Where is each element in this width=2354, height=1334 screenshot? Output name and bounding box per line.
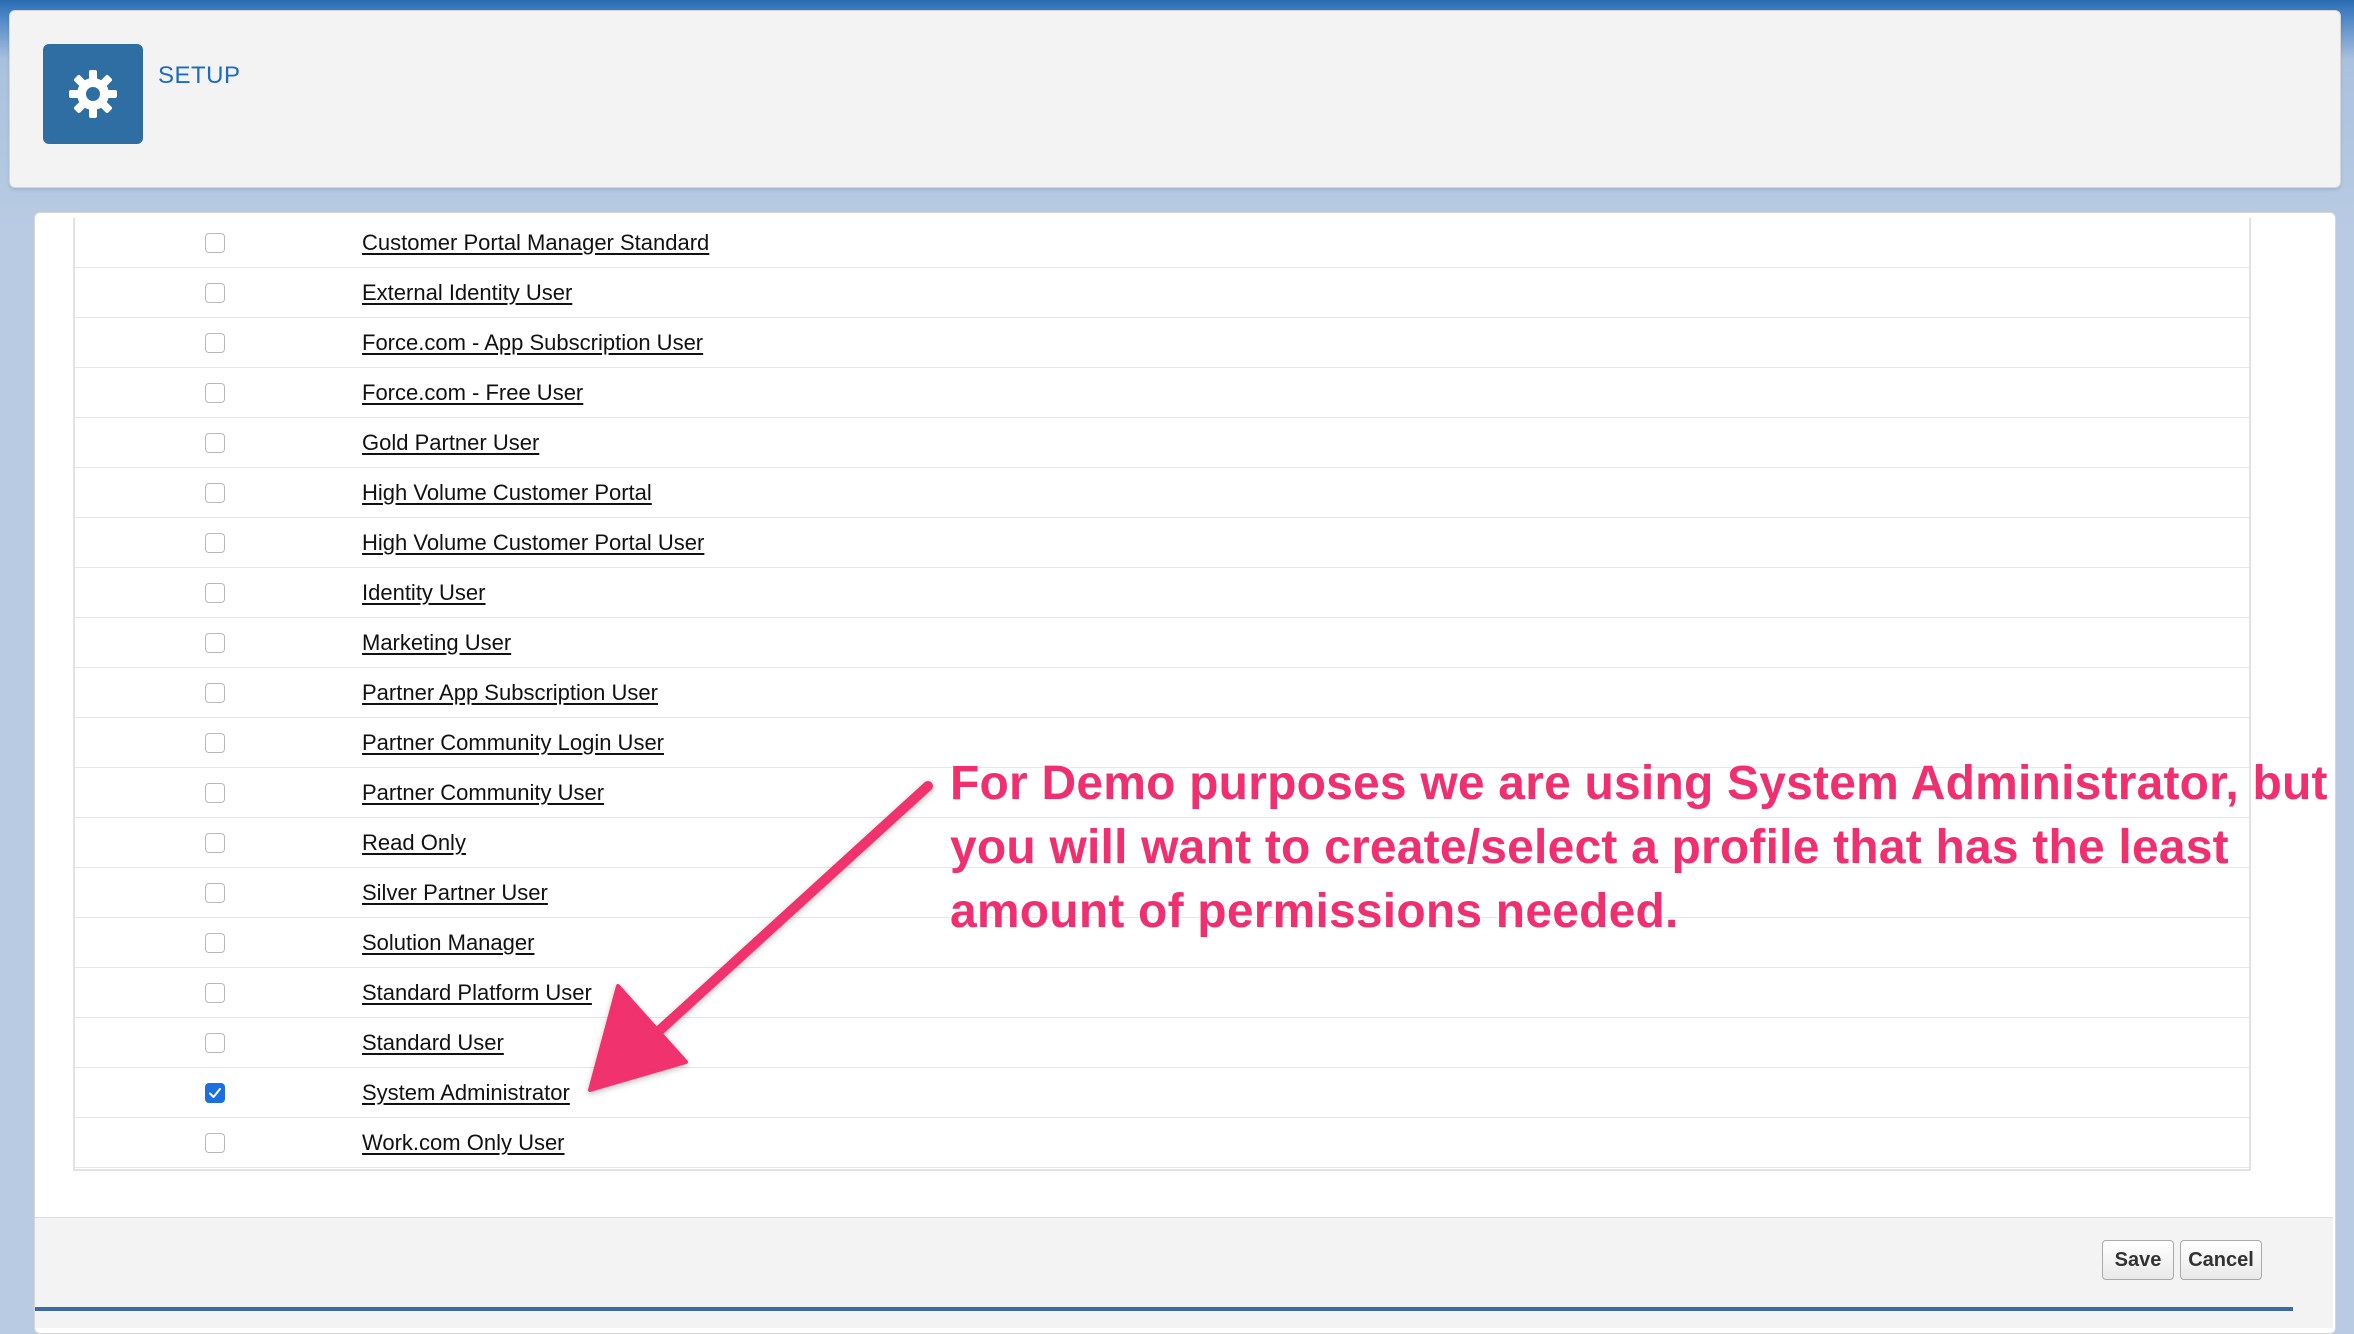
profile-checkbox[interactable]	[205, 233, 225, 253]
table-row: Identity User	[75, 568, 2249, 618]
page-title[interactable]: SETUP	[158, 62, 241, 90]
annotation-callout: For Demo purposes we are using System Ad…	[950, 752, 2350, 944]
table-row: Standard User	[75, 1018, 2249, 1068]
profile-link[interactable]: External Identity User	[362, 280, 572, 306]
setup-icon-tile[interactable]	[43, 44, 143, 144]
table-row: High Volume Customer Portal	[75, 468, 2249, 518]
profile-link[interactable]: Work.com Only User	[362, 1130, 565, 1156]
profile-link[interactable]: Marketing User	[362, 630, 511, 656]
save-button[interactable]: Save	[2102, 1240, 2174, 1280]
profile-checkbox[interactable]	[205, 783, 225, 803]
profile-link[interactable]: High Volume Customer Portal User	[362, 530, 704, 556]
profile-link[interactable]: Identity User	[362, 580, 486, 606]
annotation-line-2: you will want to create/select a profile…	[950, 821, 2229, 874]
profile-link[interactable]: System Administrator	[362, 1080, 570, 1106]
profile-checkbox[interactable]	[205, 833, 225, 853]
profile-checkbox[interactable]	[205, 933, 225, 953]
annotation-line-1: For Demo purposes we are using System Ad…	[950, 757, 2328, 810]
profile-checkbox[interactable]	[205, 283, 225, 303]
table-row: Work.com Only User	[75, 1118, 2249, 1168]
table-row: Gold Partner User	[75, 418, 2249, 468]
profile-link[interactable]: Read Only	[362, 830, 466, 856]
table-row: System Administrator	[75, 1068, 2249, 1118]
footer-divider	[35, 1307, 2293, 1311]
profile-checkbox[interactable]	[205, 333, 225, 353]
profile-checkbox[interactable]	[205, 883, 225, 903]
profile-checkbox[interactable]	[205, 1033, 225, 1053]
table-row: Partner App Subscription User	[75, 668, 2249, 718]
table-row: Customer Portal Manager Standard	[75, 218, 2249, 268]
table-row: Marketing User	[75, 618, 2249, 668]
profile-link[interactable]: Force.com - App Subscription User	[362, 330, 703, 356]
table-row: Force.com - Free User	[75, 368, 2249, 418]
profile-link[interactable]: Customer Portal Manager Standard	[362, 230, 709, 256]
table-row: High Volume Customer Portal User	[75, 518, 2249, 568]
table-row: Standard Platform User	[75, 968, 2249, 1018]
profile-link[interactable]: High Volume Customer Portal	[362, 480, 652, 506]
profile-link[interactable]: Silver Partner User	[362, 880, 548, 906]
profile-link[interactable]: Standard Platform User	[362, 980, 592, 1006]
profile-link[interactable]: Partner Community Login User	[362, 730, 664, 756]
profile-link[interactable]: Standard User	[362, 1030, 504, 1056]
profile-link[interactable]: Gold Partner User	[362, 430, 539, 456]
profile-link[interactable]: Solution Manager	[362, 930, 534, 956]
setup-header: SETUP	[9, 10, 2341, 188]
button-footer	[35, 1217, 2333, 1328]
profile-checkbox[interactable]	[205, 433, 225, 453]
profile-checkbox[interactable]	[205, 1133, 225, 1153]
annotation-line-3: amount of permissions needed.	[950, 885, 1679, 938]
table-row: External Identity User	[75, 268, 2249, 318]
profile-checkbox[interactable]	[205, 1083, 225, 1103]
profile-checkbox[interactable]	[205, 583, 225, 603]
profile-checkbox[interactable]	[205, 633, 225, 653]
profile-checkbox[interactable]	[205, 383, 225, 403]
profile-checkbox[interactable]	[205, 683, 225, 703]
profile-link[interactable]: Partner App Subscription User	[362, 680, 658, 706]
profile-link[interactable]: Partner Community User	[362, 780, 604, 806]
profile-checkbox[interactable]	[205, 983, 225, 1003]
checkmark-icon	[209, 1088, 221, 1098]
profile-checkbox[interactable]	[205, 483, 225, 503]
profile-checkbox[interactable]	[205, 533, 225, 553]
profile-table: Customer Portal Manager Standard External…	[73, 218, 2251, 1171]
table-row: Force.com - App Subscription User	[75, 318, 2249, 368]
gear-icon	[69, 70, 117, 118]
cancel-button[interactable]: Cancel	[2180, 1240, 2262, 1280]
profile-checkbox[interactable]	[205, 733, 225, 753]
profile-link[interactable]: Force.com - Free User	[362, 380, 583, 406]
